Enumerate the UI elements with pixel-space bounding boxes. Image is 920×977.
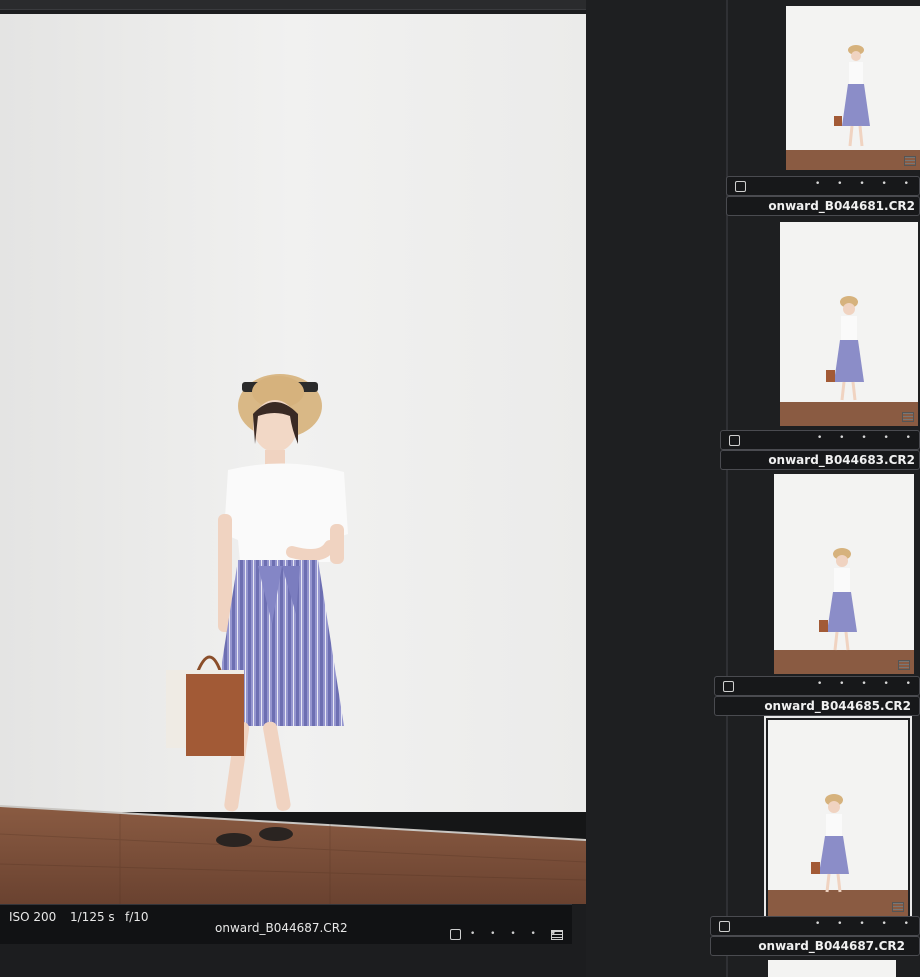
thumbnail-filename: onward_B044687.CR2 <box>710 936 920 956</box>
panel-divider[interactable] <box>726 0 728 977</box>
thumbnail-rating-bar[interactable]: • • • • • <box>710 916 920 936</box>
thumbnail-badge-icon <box>904 156 916 166</box>
aperture-value: f/10 <box>125 910 149 924</box>
thumbnail-illustration <box>786 6 920 170</box>
thumbnail-image[interactable] <box>774 474 914 674</box>
thumbnail-filename: onward_B044685.CR2 <box>714 696 920 716</box>
thumbnail-illustration <box>768 720 908 916</box>
thumbnail-checkbox[interactable] <box>719 921 730 932</box>
thumbnail-checkbox[interactable] <box>729 435 740 446</box>
next-thumbnail-partial[interactable] <box>768 960 896 977</box>
thumbnail-image[interactable] <box>764 716 912 920</box>
thumbnail-rating-dots[interactable]: • • • • • <box>815 919 916 929</box>
thumbnail-checkbox[interactable] <box>735 181 746 192</box>
photo-illustration <box>0 14 586 904</box>
thumbnail-rating-bar[interactable]: • • • • • <box>720 430 920 450</box>
thumbnail-image[interactable] <box>786 6 920 170</box>
main-image-viewer[interactable] <box>0 14 586 904</box>
thumbnail-badge-icon <box>898 660 910 670</box>
thumbnail-rating-bar[interactable]: • • • • • <box>714 676 920 696</box>
thumbnail-filename: onward_B044681.CR2 <box>726 196 920 216</box>
shutter-value: 1/125 s <box>70 910 115 924</box>
thumbnail-filename: onward_B044683.CR2 <box>720 450 920 470</box>
current-filename: onward_B044687.CR2 <box>215 921 348 935</box>
thumbnail-badge-icon <box>892 902 904 912</box>
thumbnail-rating-dots[interactable]: • • • • • <box>817 679 918 689</box>
thumbnail-rating-dots[interactable]: • • • • • <box>815 179 916 189</box>
thumbnail-illustration <box>774 474 914 674</box>
main-photo[interactable] <box>0 14 586 904</box>
thumbnail-rating-dots[interactable]: • • • • • <box>817 433 918 443</box>
thumbnail-badge-icon <box>902 412 914 422</box>
rating-dots[interactable]: • • • • • <box>470 929 562 939</box>
info-panel-icon[interactable] <box>551 930 563 940</box>
thumbnail-illustration <box>780 222 918 426</box>
thumbnail-image[interactable] <box>780 222 918 426</box>
image-info-bar: ISO 200 1/125 s f/10 onward_B044687.CR2 … <box>0 904 572 944</box>
select-checkbox[interactable] <box>450 929 461 940</box>
thumbnail-checkbox[interactable] <box>723 681 734 692</box>
iso-value: ISO 200 <box>9 910 57 924</box>
thumbnail-rating-bar[interactable]: • • • • • <box>726 176 920 196</box>
